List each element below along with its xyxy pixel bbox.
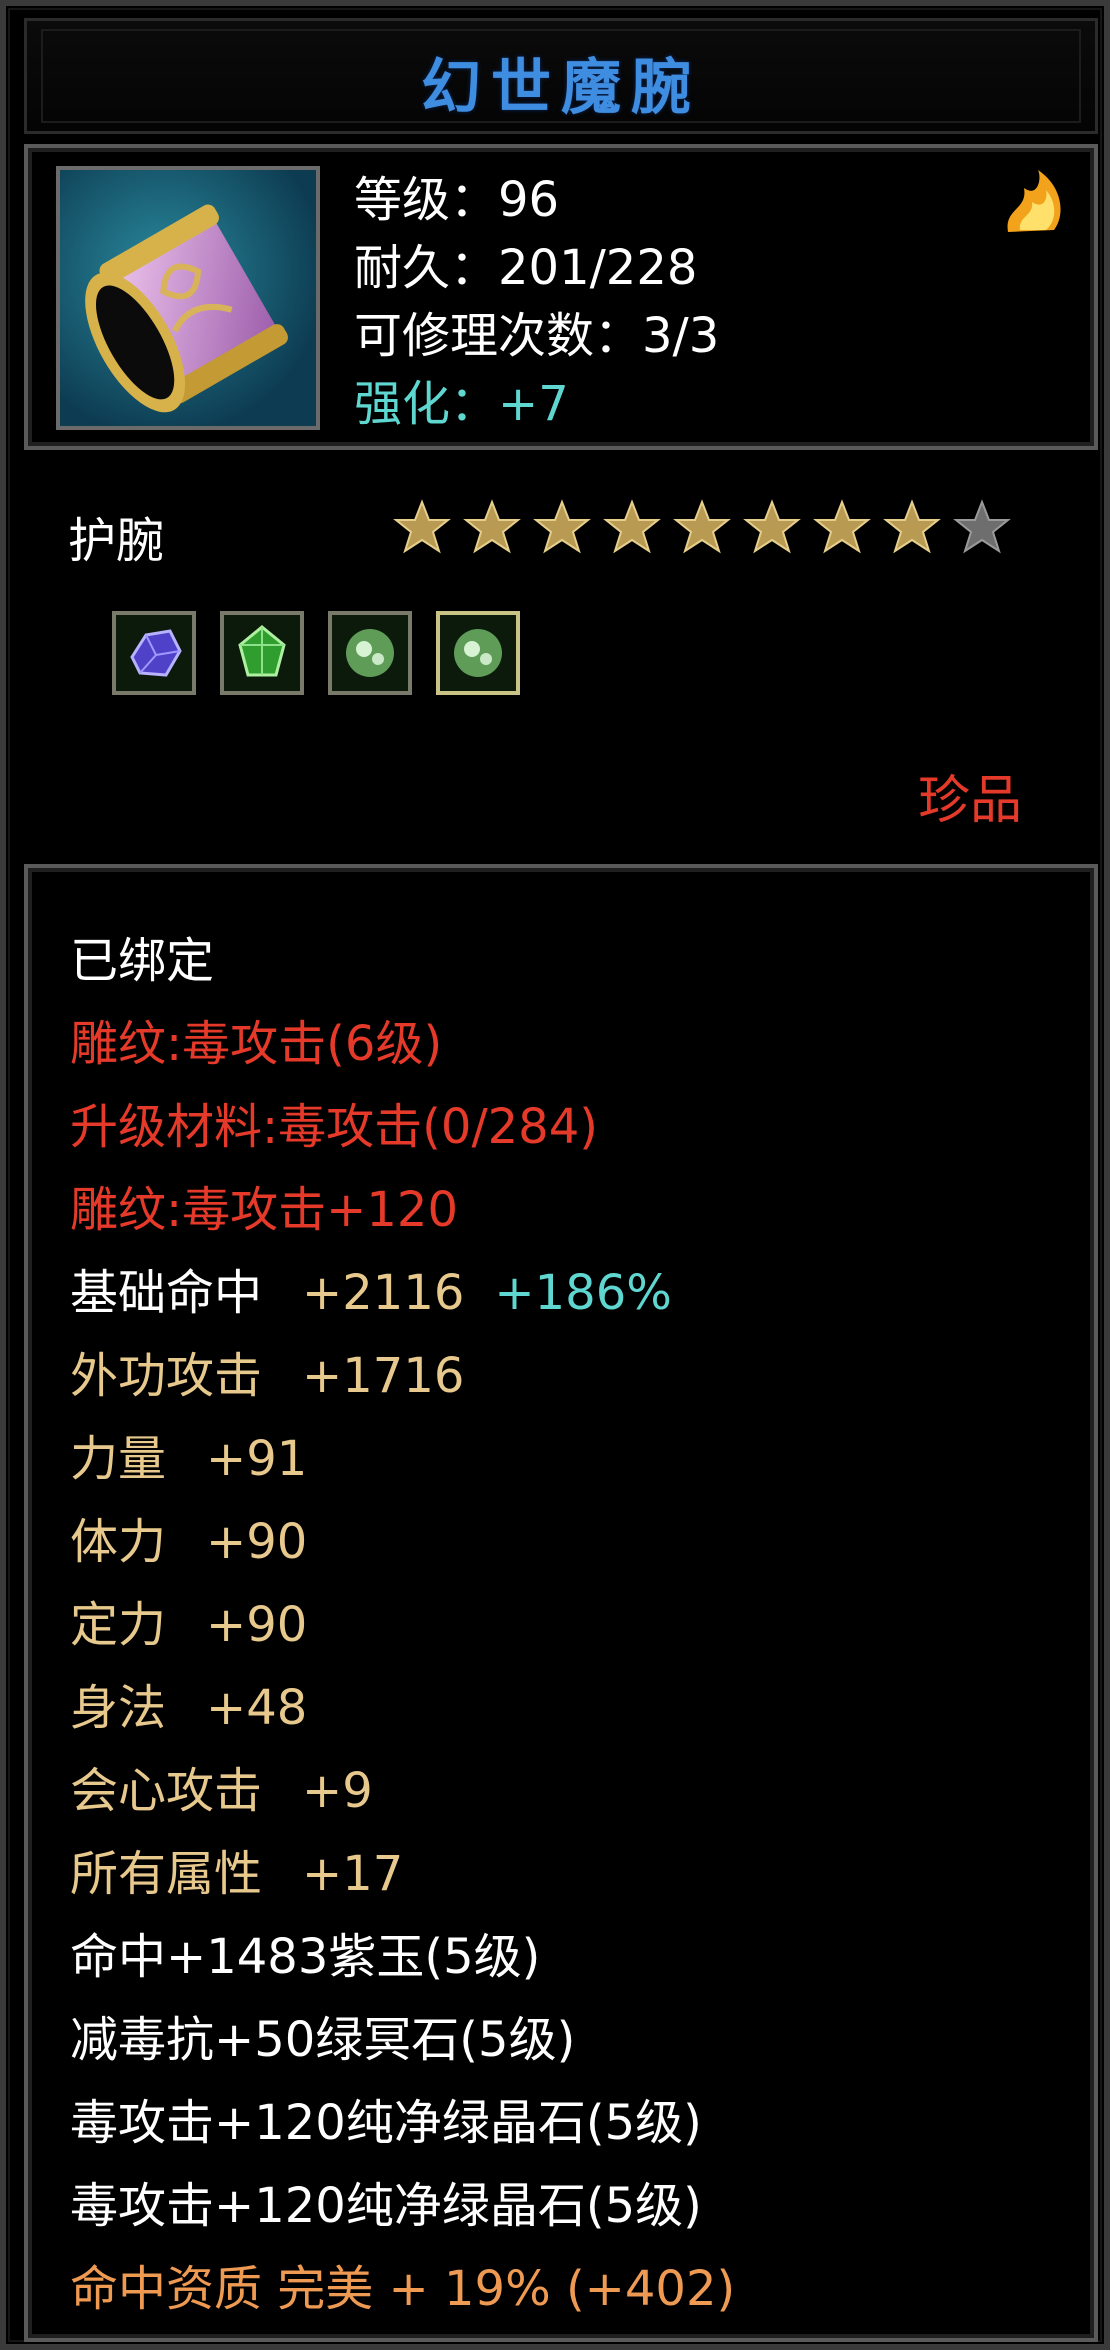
star-rating xyxy=(392,498,1012,558)
attribute-row: 体力 +90 xyxy=(70,1501,735,1584)
attribute-value: +9 xyxy=(302,1763,373,1819)
star-filled-icon xyxy=(813,499,871,554)
stats-panel: 已绑定 雕纹:毒攻击(6级) 升级材料:毒攻击(0/284) 雕纹:毒攻击+12… xyxy=(24,864,1098,2342)
attribute-name: 定力 xyxy=(70,1597,167,1653)
engrave-name: 雕纹:毒攻击(6级) xyxy=(70,1016,443,1072)
quality-line: 命中资质 完美 + 19% (+402) xyxy=(70,2261,736,2317)
green-gem-icon[interactable] xyxy=(220,611,304,695)
enhance-text: 强化：+7 xyxy=(354,376,569,432)
gem-sockets xyxy=(112,611,520,695)
durability-text: 耐久：201/228 xyxy=(354,240,698,296)
attribute-row: 定力 +90 xyxy=(70,1584,735,1667)
attribute-name: 身法 xyxy=(70,1680,167,1736)
gem-line: 命中+1483紫玉(5级) xyxy=(70,1929,541,1985)
engrave-bonus: 雕纹:毒攻击+120 xyxy=(70,1182,459,1238)
attribute-row: 身法 +48 xyxy=(70,1667,735,1750)
engrave-material: 升级材料:毒攻击(0/284) xyxy=(70,1099,598,1155)
attribute-value: +1716 xyxy=(302,1348,465,1404)
item-info: 等级：96 耐久：201/228 可修理次数：3/3 强化：+7 xyxy=(354,166,719,438)
attribute-name: 力量 xyxy=(70,1431,167,1487)
attribute-value: +90 xyxy=(206,1514,308,1570)
attribute-name: 会心攻击 xyxy=(70,1763,263,1819)
attribute-row: 外功攻击 +1716 xyxy=(70,1335,735,1418)
repairs-text: 可修理次数：3/3 xyxy=(354,308,720,364)
item-title: 幻世魔腕 xyxy=(421,53,701,123)
gem-line: 毒攻击+120纯净绿晶石(5级) xyxy=(70,2095,702,2151)
attribute-value: +17 xyxy=(302,1846,404,1902)
level-text: 等级：96 xyxy=(354,172,560,228)
attribute-row: 力量 +91 xyxy=(70,1418,735,1501)
bracer-icon xyxy=(56,166,320,430)
gem-line: 毒攻击+120纯净绿晶石(5级) xyxy=(70,2178,702,2234)
fire-icon xyxy=(998,168,1072,242)
title-bar: 幻世魔腕 xyxy=(24,18,1098,134)
star-filled-icon xyxy=(743,499,801,554)
star-filled-icon xyxy=(673,499,731,554)
attribute-value: +48 xyxy=(206,1680,308,1736)
attribute-name: 所有属性 xyxy=(70,1846,263,1902)
pale-green-gem-icon[interactable] xyxy=(436,611,520,695)
attribute-percent: +186% xyxy=(494,1265,672,1321)
tooltip-frame: 幻世魔腕 等级：96 耐久：201/228 可修理次数：3/3 强化：+7 护腕… xyxy=(0,0,1110,2350)
purple-gem-icon[interactable] xyxy=(112,611,196,695)
attribute-name: 外功攻击 xyxy=(70,1348,263,1404)
star-filled-icon xyxy=(603,499,661,554)
item-header: 等级：96 耐久：201/228 可修理次数：3/3 强化：+7 xyxy=(24,144,1098,450)
star-filled-icon xyxy=(463,499,521,554)
pale-green-gem-icon[interactable] xyxy=(328,611,412,695)
star-filled-icon xyxy=(883,499,941,554)
stat-list: 已绑定 雕纹:毒攻击(6级) 升级材料:毒攻击(0/284) 雕纹:毒攻击+12… xyxy=(70,920,735,2331)
attribute-row: 所有属性 +17 xyxy=(70,1833,735,1916)
attribute-row: 会心攻击 +9 xyxy=(70,1750,735,1833)
star-filled-icon xyxy=(533,499,591,554)
bound-status: 已绑定 xyxy=(70,933,215,989)
attribute-name: 基础命中 xyxy=(70,1265,263,1321)
star-empty-icon xyxy=(953,499,1011,554)
attribute-value: +2116 xyxy=(302,1265,465,1321)
rarity-label: 珍品 xyxy=(917,771,1022,831)
attribute-name: 体力 xyxy=(70,1514,167,1570)
gem-line: 减毒抗+50绿冥石(5级) xyxy=(70,2012,576,2068)
attribute-row: 基础命中 +2116 +186% xyxy=(70,1252,735,1335)
slot-label: 护腕 xyxy=(68,513,165,569)
attribute-value: +91 xyxy=(206,1431,308,1487)
star-filled-icon xyxy=(393,499,451,554)
attribute-value: +90 xyxy=(206,1597,308,1653)
